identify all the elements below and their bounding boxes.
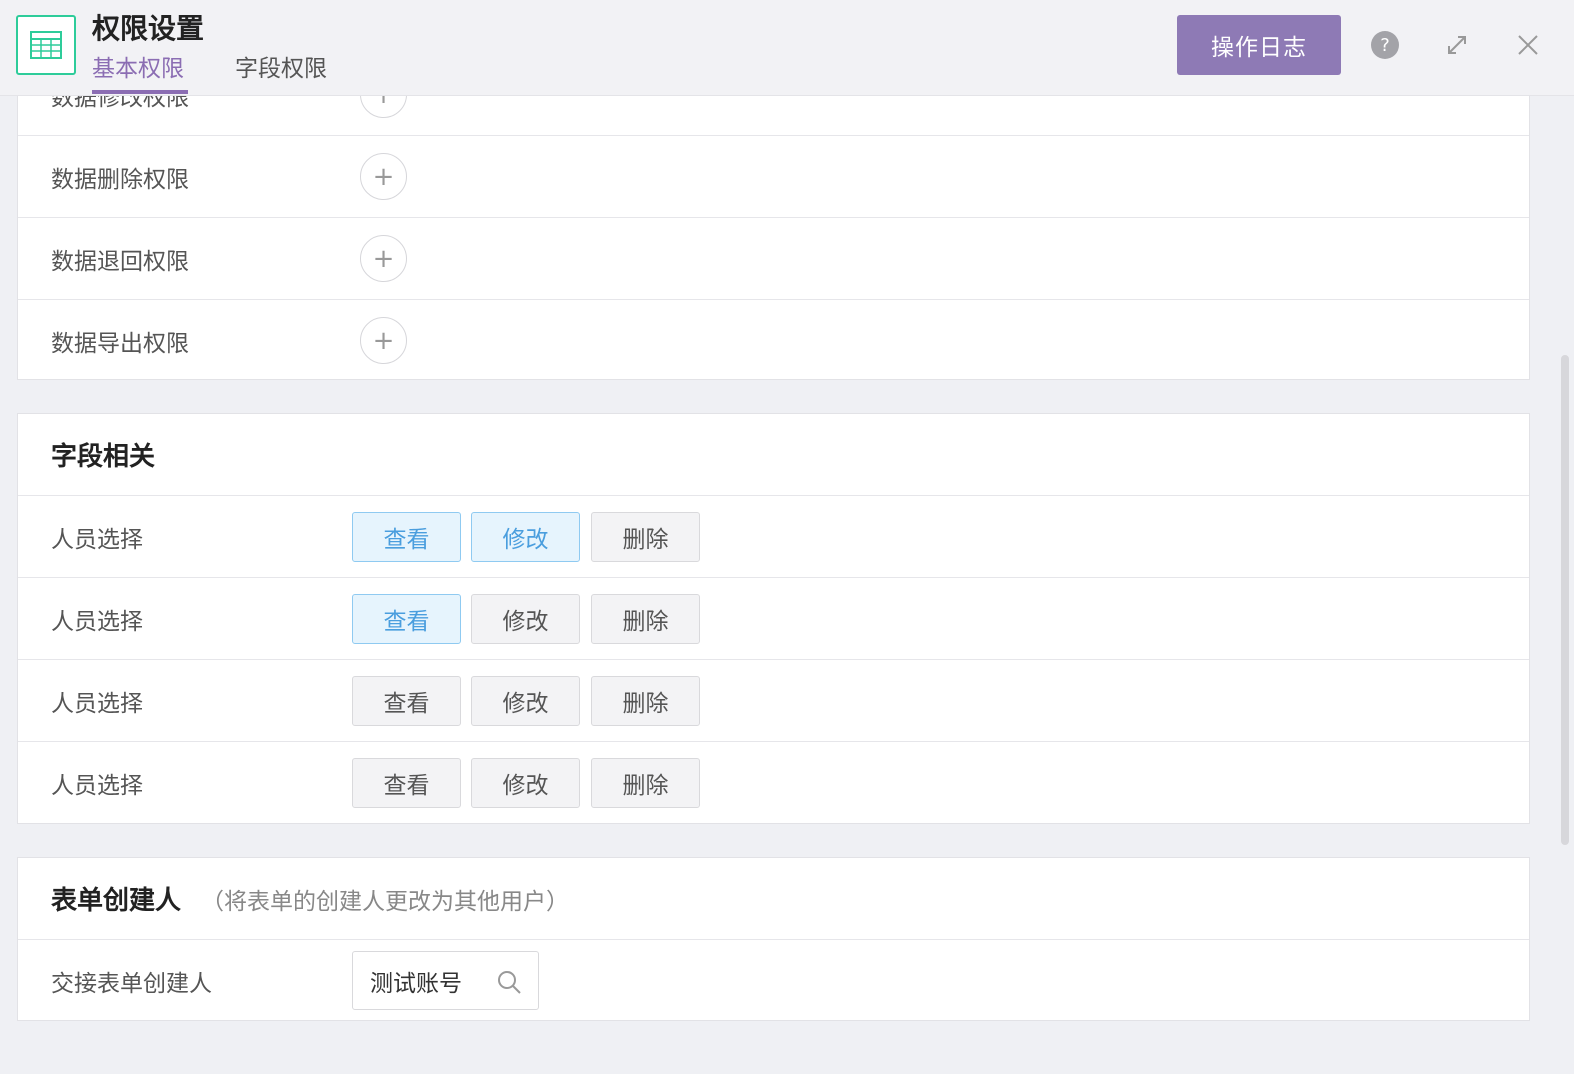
view-toggle-button[interactable]: 查看 <box>352 758 461 808</box>
creator-search-input[interactable]: 测试账号 <box>352 951 539 1010</box>
close-icon[interactable] <box>1513 30 1543 60</box>
delete-toggle-button[interactable]: 删除 <box>591 594 700 644</box>
expand-icon[interactable] <box>1442 30 1472 60</box>
tab-field-permissions[interactable]: 字段权限 <box>235 52 327 86</box>
active-tab-indicator <box>92 90 188 94</box>
edit-toggle-button[interactable]: 修改 <box>471 594 580 644</box>
search-icon[interactable] <box>496 969 522 995</box>
field-label: 人员选择 <box>51 526 143 553</box>
section-header: 字段相关 <box>18 414 1529 496</box>
delete-toggle-button[interactable]: 删除 <box>591 512 700 562</box>
page-title: 权限设置 <box>92 12 205 45</box>
view-toggle-button[interactable]: 查看 <box>352 676 461 726</box>
add-member-button[interactable]: + <box>360 317 407 364</box>
creator-row: 交接表单创建人 测试账号 <box>18 940 1529 1022</box>
section-subtitle: （将表单的创建人更改为其他用户） <box>201 888 570 915</box>
tab-basic-permissions[interactable]: 基本权限 <box>92 52 184 86</box>
help-icon[interactable]: ? <box>1370 30 1400 60</box>
plus-icon: + <box>372 325 395 356</box>
field-row: 人员选择 查看 修改 删除 <box>18 496 1529 578</box>
field-label: 人员选择 <box>51 690 143 717</box>
creator-label: 交接表单创建人 <box>51 971 212 997</box>
edit-toggle-button[interactable]: 修改 <box>471 512 580 562</box>
section-title: 字段相关 <box>51 442 156 472</box>
field-label: 人员选择 <box>51 608 143 635</box>
delete-toggle-button[interactable]: 删除 <box>591 676 700 726</box>
permission-label: 数据删除权限 <box>51 166 189 193</box>
operation-log-button[interactable]: 操作日志 <box>1177 15 1341 75</box>
edit-toggle-button[interactable]: 修改 <box>471 676 580 726</box>
plus-icon: + <box>372 243 395 274</box>
view-toggle-button[interactable]: 查看 <box>352 594 461 644</box>
section-title-text: 表单创建人 <box>51 886 182 916</box>
permission-row-delete: 数据删除权限 + <box>18 136 1529 218</box>
permission-row-return: 数据退回权限 + <box>18 218 1529 300</box>
field-label: 人员选择 <box>51 773 143 799</box>
delete-toggle-button[interactable]: 删除 <box>591 758 700 808</box>
basic-permissions-card: 数据修改权限 + 数据删除权限 + 数据退回权限 + 数据导出权限 + <box>17 53 1530 380</box>
field-row: 人员选择 查看 修改 删除 <box>18 742 1529 824</box>
view-toggle-button[interactable]: 查看 <box>352 512 461 562</box>
plus-icon: + <box>372 161 395 192</box>
edit-toggle-button[interactable]: 修改 <box>471 758 580 808</box>
section-header: 表单创建人 （将表单的创建人更改为其他用户） <box>18 858 1529 940</box>
form-creator-card: 表单创建人 （将表单的创建人更改为其他用户） 交接表单创建人 测试账号 <box>17 857 1530 1021</box>
search-value: 测试账号 <box>370 970 462 997</box>
field-row: 人员选择 查看 修改 删除 <box>18 660 1529 742</box>
add-member-button[interactable]: + <box>360 153 407 200</box>
scrollbar[interactable] <box>1561 355 1569 845</box>
add-member-button[interactable]: + <box>360 235 407 282</box>
header-bar: 权限设置 基本权限 字段权限 操作日志 ? <box>0 0 1574 96</box>
field-section-card: 字段相关 人员选择 查看 修改 删除 人员选择 查看 修改 删除 人员选择 查看… <box>17 413 1530 824</box>
table-icon <box>16 15 76 75</box>
permission-label: 数据导出权限 <box>51 331 189 357</box>
section-title: 表单创建人 （将表单的创建人更改为其他用户） <box>51 858 569 939</box>
permission-row-export: 数据导出权限 + <box>18 300 1529 382</box>
permission-label: 数据退回权限 <box>51 248 189 275</box>
field-row: 人员选择 查看 修改 删除 <box>18 578 1529 660</box>
svg-text:?: ? <box>1380 35 1390 56</box>
